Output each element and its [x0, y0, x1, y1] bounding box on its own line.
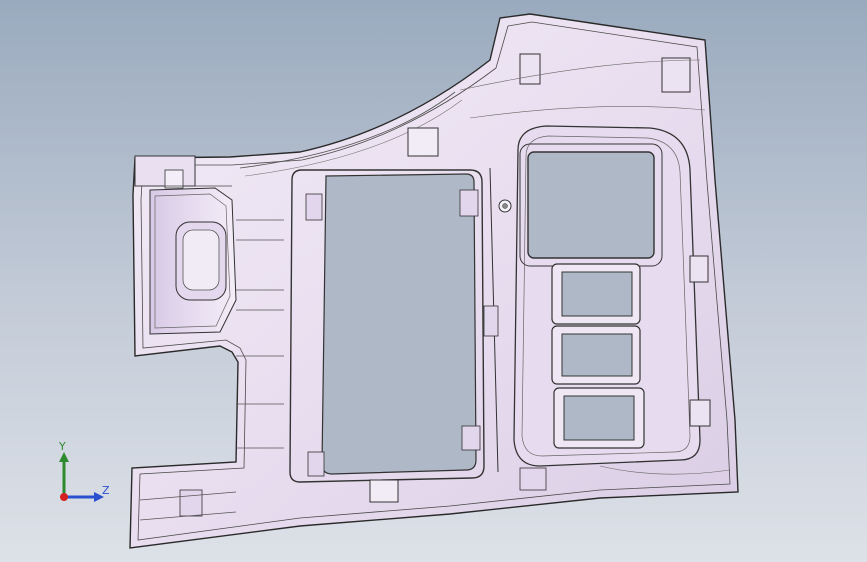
console-panel-model[interactable]: [0, 0, 867, 562]
axis-triad: Y Z: [44, 440, 114, 510]
axis-y-label: Y: [59, 440, 66, 453]
cad-viewport[interactable]: Y Z: [0, 0, 867, 562]
triad-graphic: [59, 452, 104, 502]
axis-z-label: Z: [102, 484, 110, 497]
divider-bracket: [483, 305, 499, 337]
switch-bezel: [498, 125, 701, 467]
switch-opening-top: [527, 151, 655, 259]
